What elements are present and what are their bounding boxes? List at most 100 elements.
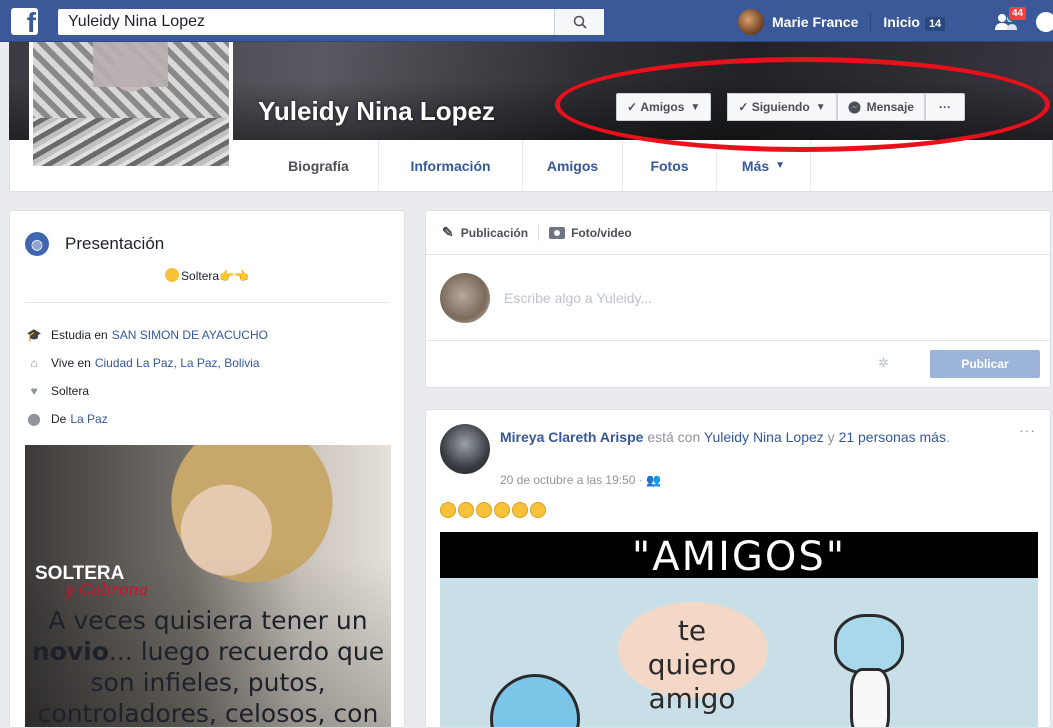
search-button[interactable] (554, 9, 604, 35)
info-hometown: ⬤ De La Paz (25, 405, 268, 433)
composer-footer: ✲ Publicar (426, 341, 1050, 387)
search-icon (573, 15, 587, 29)
composer-tab-photo[interactable]: Foto/video (549, 226, 632, 240)
user-nav: Marie France Inicio 14 (738, 9, 946, 35)
more-options-button[interactable]: ··· (924, 93, 965, 121)
profile-picture-blur (93, 42, 168, 87)
residence-link[interactable]: Ciudad La Paz, La Paz, Bolivia (95, 356, 260, 370)
tab-label: Información (410, 157, 491, 174)
laughing-emoji-icon (458, 502, 474, 518)
publish-button[interactable]: Publicar (930, 350, 1040, 378)
pencil-icon: ✎ (442, 224, 454, 240)
post-tagged-link[interactable]: Yuleidy Nina Lopez (704, 429, 824, 445)
post-date[interactable]: 20 de octubre a las 19:50 · (500, 473, 646, 487)
profile-picture[interactable] (29, 42, 233, 170)
tab-informacion[interactable]: Información (379, 140, 523, 191)
caption-rest: ... luego recuerdo que (108, 637, 385, 666)
check-icon: ✓ (627, 100, 641, 114)
tab-fotos[interactable]: Fotos (623, 140, 717, 191)
graduation-cap-icon: 🎓 (26, 328, 42, 342)
composer-input[interactable]: Escribe algo a Yuleidy... (504, 290, 652, 306)
post-with-text: está con (647, 429, 701, 445)
facebook-logo-icon[interactable]: f (11, 7, 38, 38)
tab-label: Biografía (288, 157, 349, 174)
heart-icon: ♥ (30, 384, 38, 398)
intro-header: ◍ Presentación (25, 232, 164, 256)
laughing-emoji-icon (512, 502, 528, 518)
messenger-bubble-icon (848, 101, 861, 113)
intro-title: Presentación (65, 234, 165, 253)
location-pin-icon: ⬤ (27, 412, 41, 426)
info-prefix: Soltera (51, 384, 90, 398)
post-meta: 20 de octubre a las 19:50 · 👥 (500, 473, 661, 487)
divider (25, 302, 389, 303)
message-button[interactable]: Mensaje (836, 93, 925, 121)
more-options-icon: ··· (938, 100, 951, 114)
profile-name[interactable]: Yuleidy Nina Lopez (258, 96, 495, 127)
post-image-title: "AMIGOS" (440, 532, 1038, 580)
friends-button[interactable]: ✓ Amigos ▼ (616, 93, 712, 121)
composer-tab-post[interactable]: ✎ Publicación (442, 224, 528, 241)
search-bar (58, 9, 604, 35)
photo-caption: A veces quisiera tener un novio... luego… (25, 605, 391, 727)
following-button-label: Siguiendo (751, 100, 810, 114)
caption-line: novio... luego recuerdo que (25, 636, 391, 667)
profile-actions: ✓ Amigos ▼ ✓ Siguiendo ▼ Mensaje ··· (616, 93, 981, 121)
tab-biografia[interactable]: Biografía (259, 140, 379, 191)
info-prefix: Estudia en (51, 328, 108, 342)
intro-bio: Soltera👉👈 (10, 268, 404, 283)
caret-down-icon: ▼ (690, 101, 701, 113)
post-options-button[interactable]: ··· (1019, 422, 1036, 438)
home-icon: ⌂ (30, 356, 38, 370)
message-button-label: Mensaje (866, 100, 914, 114)
messenger-icon[interactable] (1036, 12, 1053, 32)
post-author-avatar[interactable] (440, 424, 490, 474)
check-icon: ✓ (738, 100, 752, 114)
following-button[interactable]: ✓ Siguiendo ▼ (727, 93, 837, 121)
settings-gear-icon[interactable]: ✲ (878, 355, 889, 371)
search-input[interactable] (58, 9, 554, 35)
home-link[interactable]: Inicio 14 (883, 14, 946, 31)
laughing-emoji-icon (494, 502, 510, 518)
composer-avatar[interactable] (440, 272, 490, 323)
post-image[interactable]: "AMIGOS" te quiero amigo (440, 532, 1038, 727)
profile-tabs: Biografía Información Amigos Fotos Más ▼ (259, 140, 811, 191)
divider (538, 224, 540, 241)
tab-amigos[interactable]: Amigos (523, 140, 623, 191)
composer-tab-label: Publicación (460, 225, 529, 240)
friends-button-label: Amigos (640, 100, 685, 114)
info-education: 🎓 Estudia en SAN SIMON DE AYACUCHO (25, 321, 268, 349)
user-name-link[interactable]: Marie France (772, 14, 858, 30)
character-left (490, 674, 580, 727)
post-author-link[interactable]: Mireya Clareth Arispe (500, 429, 643, 445)
tab-label: Amigos (546, 157, 599, 174)
education-link[interactable]: SAN SIMON DE AYACUCHO (112, 328, 268, 342)
divider (870, 13, 872, 31)
post-header: Mireya Clareth Arispe está con Yuleidy N… (500, 427, 970, 447)
hometown-link[interactable]: La Paz (70, 412, 107, 426)
audience-friends-icon: 👥 (646, 473, 662, 487)
composer-tabs: ✎ Publicación Foto/video (426, 211, 1050, 255)
friend-requests-badge: 44 (1008, 6, 1028, 21)
tab-mas[interactable]: Más ▼ (717, 140, 811, 191)
caption-line: son infieles, putos, (90, 668, 326, 697)
character-right-body (850, 668, 890, 727)
laughing-emoji-icon (476, 502, 492, 518)
composer-tab-label: Foto/video (571, 225, 632, 240)
caption-line: A veces quisiera tener un (48, 606, 368, 635)
post-others-link[interactable]: 21 personas más (839, 429, 946, 445)
globe-icon: ◍ (25, 232, 49, 256)
tab-label: Más (741, 157, 770, 174)
photo-tag-script: y Cabrona (65, 580, 149, 599)
featured-photo[interactable]: SOLTERA y Cabrona A veces quisiera tener… (25, 445, 391, 727)
home-label: Inicio (883, 14, 920, 30)
composer-body: Escribe algo a Yuleidy... (426, 255, 1050, 341)
feed-post: Mireya Clareth Arispe está con Yuleidy N… (425, 409, 1051, 728)
caret-down-icon: ▼ (775, 160, 786, 171)
tab-label: Fotos (650, 157, 689, 174)
caret-down-icon: ▼ (815, 101, 826, 113)
post-image-text: te quiero amigo (647, 614, 737, 715)
user-avatar[interactable] (738, 9, 764, 35)
info-prefix: De (51, 412, 67, 426)
emoji-icon (165, 268, 180, 282)
